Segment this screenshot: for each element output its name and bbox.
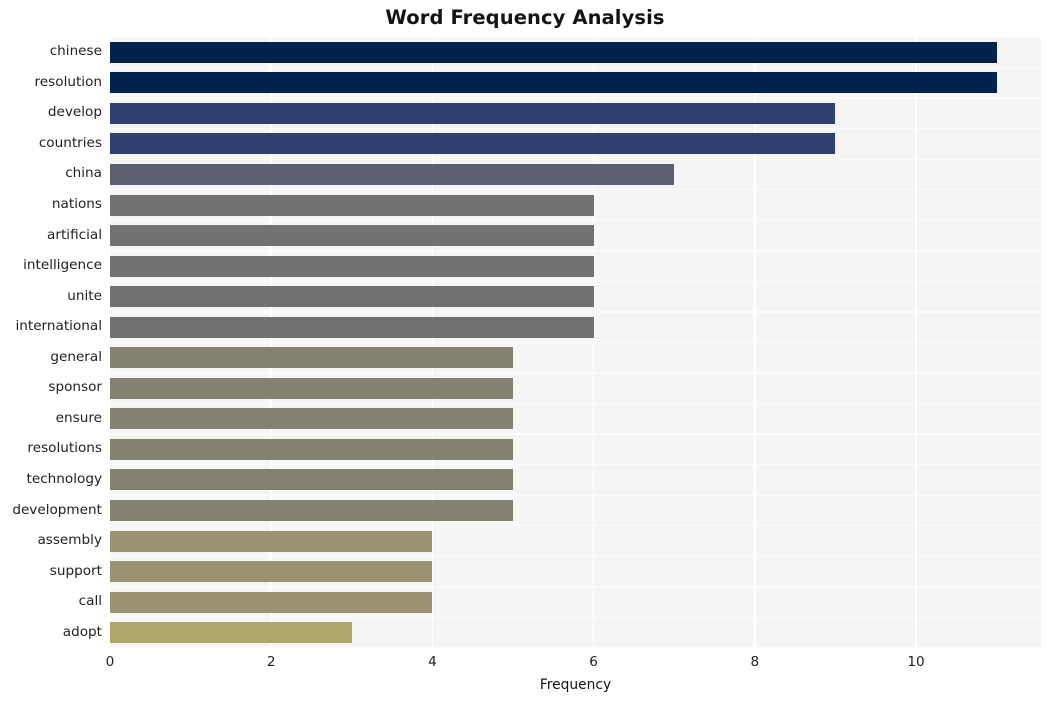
y-tick-label: sponsor	[48, 379, 102, 396]
y-tick-label: general	[50, 348, 102, 365]
bar	[110, 469, 514, 491]
y-tick-label: nations	[51, 196, 102, 213]
bar	[110, 316, 594, 338]
bar	[110, 133, 836, 155]
y-tick-label: international	[15, 318, 102, 335]
bar	[110, 591, 433, 613]
y-gridline	[110, 555, 1041, 558]
bar	[110, 194, 594, 216]
x-axis-label: Frequency	[539, 677, 612, 693]
y-tick-label: china	[65, 165, 102, 182]
x-tick-label: 2	[266, 654, 276, 670]
y-tick-label: technology	[26, 470, 102, 487]
y-gridline	[110, 341, 1041, 344]
y-gridline	[110, 158, 1041, 160]
y-axis: chinese resolution develop countries china na…	[0, 37, 102, 648]
y-tick-label: intelligence	[23, 257, 102, 274]
x-tick-label: 8	[750, 654, 760, 670]
bar	[110, 561, 433, 583]
y-tick-label: artificial	[47, 226, 102, 243]
x-tick-label: 0	[105, 654, 115, 670]
y-gridline	[110, 616, 1041, 619]
y-tick-label: support	[49, 562, 102, 579]
plot-area	[110, 37, 1041, 648]
bar	[110, 72, 997, 94]
y-tick-label: development	[12, 501, 102, 518]
x-tick-label: 10	[907, 654, 925, 670]
y-gridline	[110, 402, 1041, 405]
chart-title: Word Frequency Analysis	[385, 6, 665, 29]
y-gridline	[110, 586, 1041, 588]
bar	[110, 163, 675, 185]
y-tick-label: countries	[38, 134, 102, 151]
x-tick-label: 6	[589, 654, 598, 670]
bar	[110, 530, 433, 552]
y-gridline	[110, 433, 1041, 435]
y-gridline	[110, 66, 1041, 69]
y-gridline	[110, 97, 1041, 99]
bar	[110, 377, 514, 399]
y-gridline	[110, 37, 1041, 38]
bar	[110, 500, 514, 522]
chart-figure: Word Frequency Analysis chinese resolutio…	[0, 0, 1050, 701]
y-tick-label: chinese	[49, 43, 102, 60]
y-gridline	[110, 525, 1041, 527]
y-gridline	[110, 372, 1041, 374]
bar	[110, 255, 594, 277]
y-tick-label: unite	[67, 287, 102, 304]
bar	[110, 438, 514, 460]
bar	[110, 286, 594, 308]
y-gridline	[110, 464, 1041, 466]
y-tick-label: ensure	[55, 409, 102, 426]
y-gridline	[110, 127, 1041, 130]
y-tick-label: develop	[47, 104, 102, 121]
x-tick-label: 4	[428, 654, 437, 670]
y-gridline	[110, 250, 1041, 252]
bar	[110, 41, 997, 63]
y-tick-label: assembly	[37, 532, 102, 549]
y-tick-label: resolutions	[27, 440, 102, 457]
y-tick-label: call	[78, 593, 102, 610]
bar	[110, 622, 352, 644]
y-gridline	[110, 280, 1041, 283]
bar	[110, 408, 514, 430]
y-tick-label: resolution	[34, 73, 102, 90]
y-gridline	[110, 219, 1041, 221]
y-gridline	[110, 189, 1041, 191]
bar	[110, 102, 836, 124]
bar	[110, 225, 594, 247]
y-gridline	[110, 494, 1041, 496]
bar	[110, 347, 514, 369]
y-tick-label: adopt	[62, 623, 102, 640]
y-gridline	[110, 311, 1041, 313]
x-axis: Frequency 0 2 4 6 8 10	[0, 648, 1050, 701]
